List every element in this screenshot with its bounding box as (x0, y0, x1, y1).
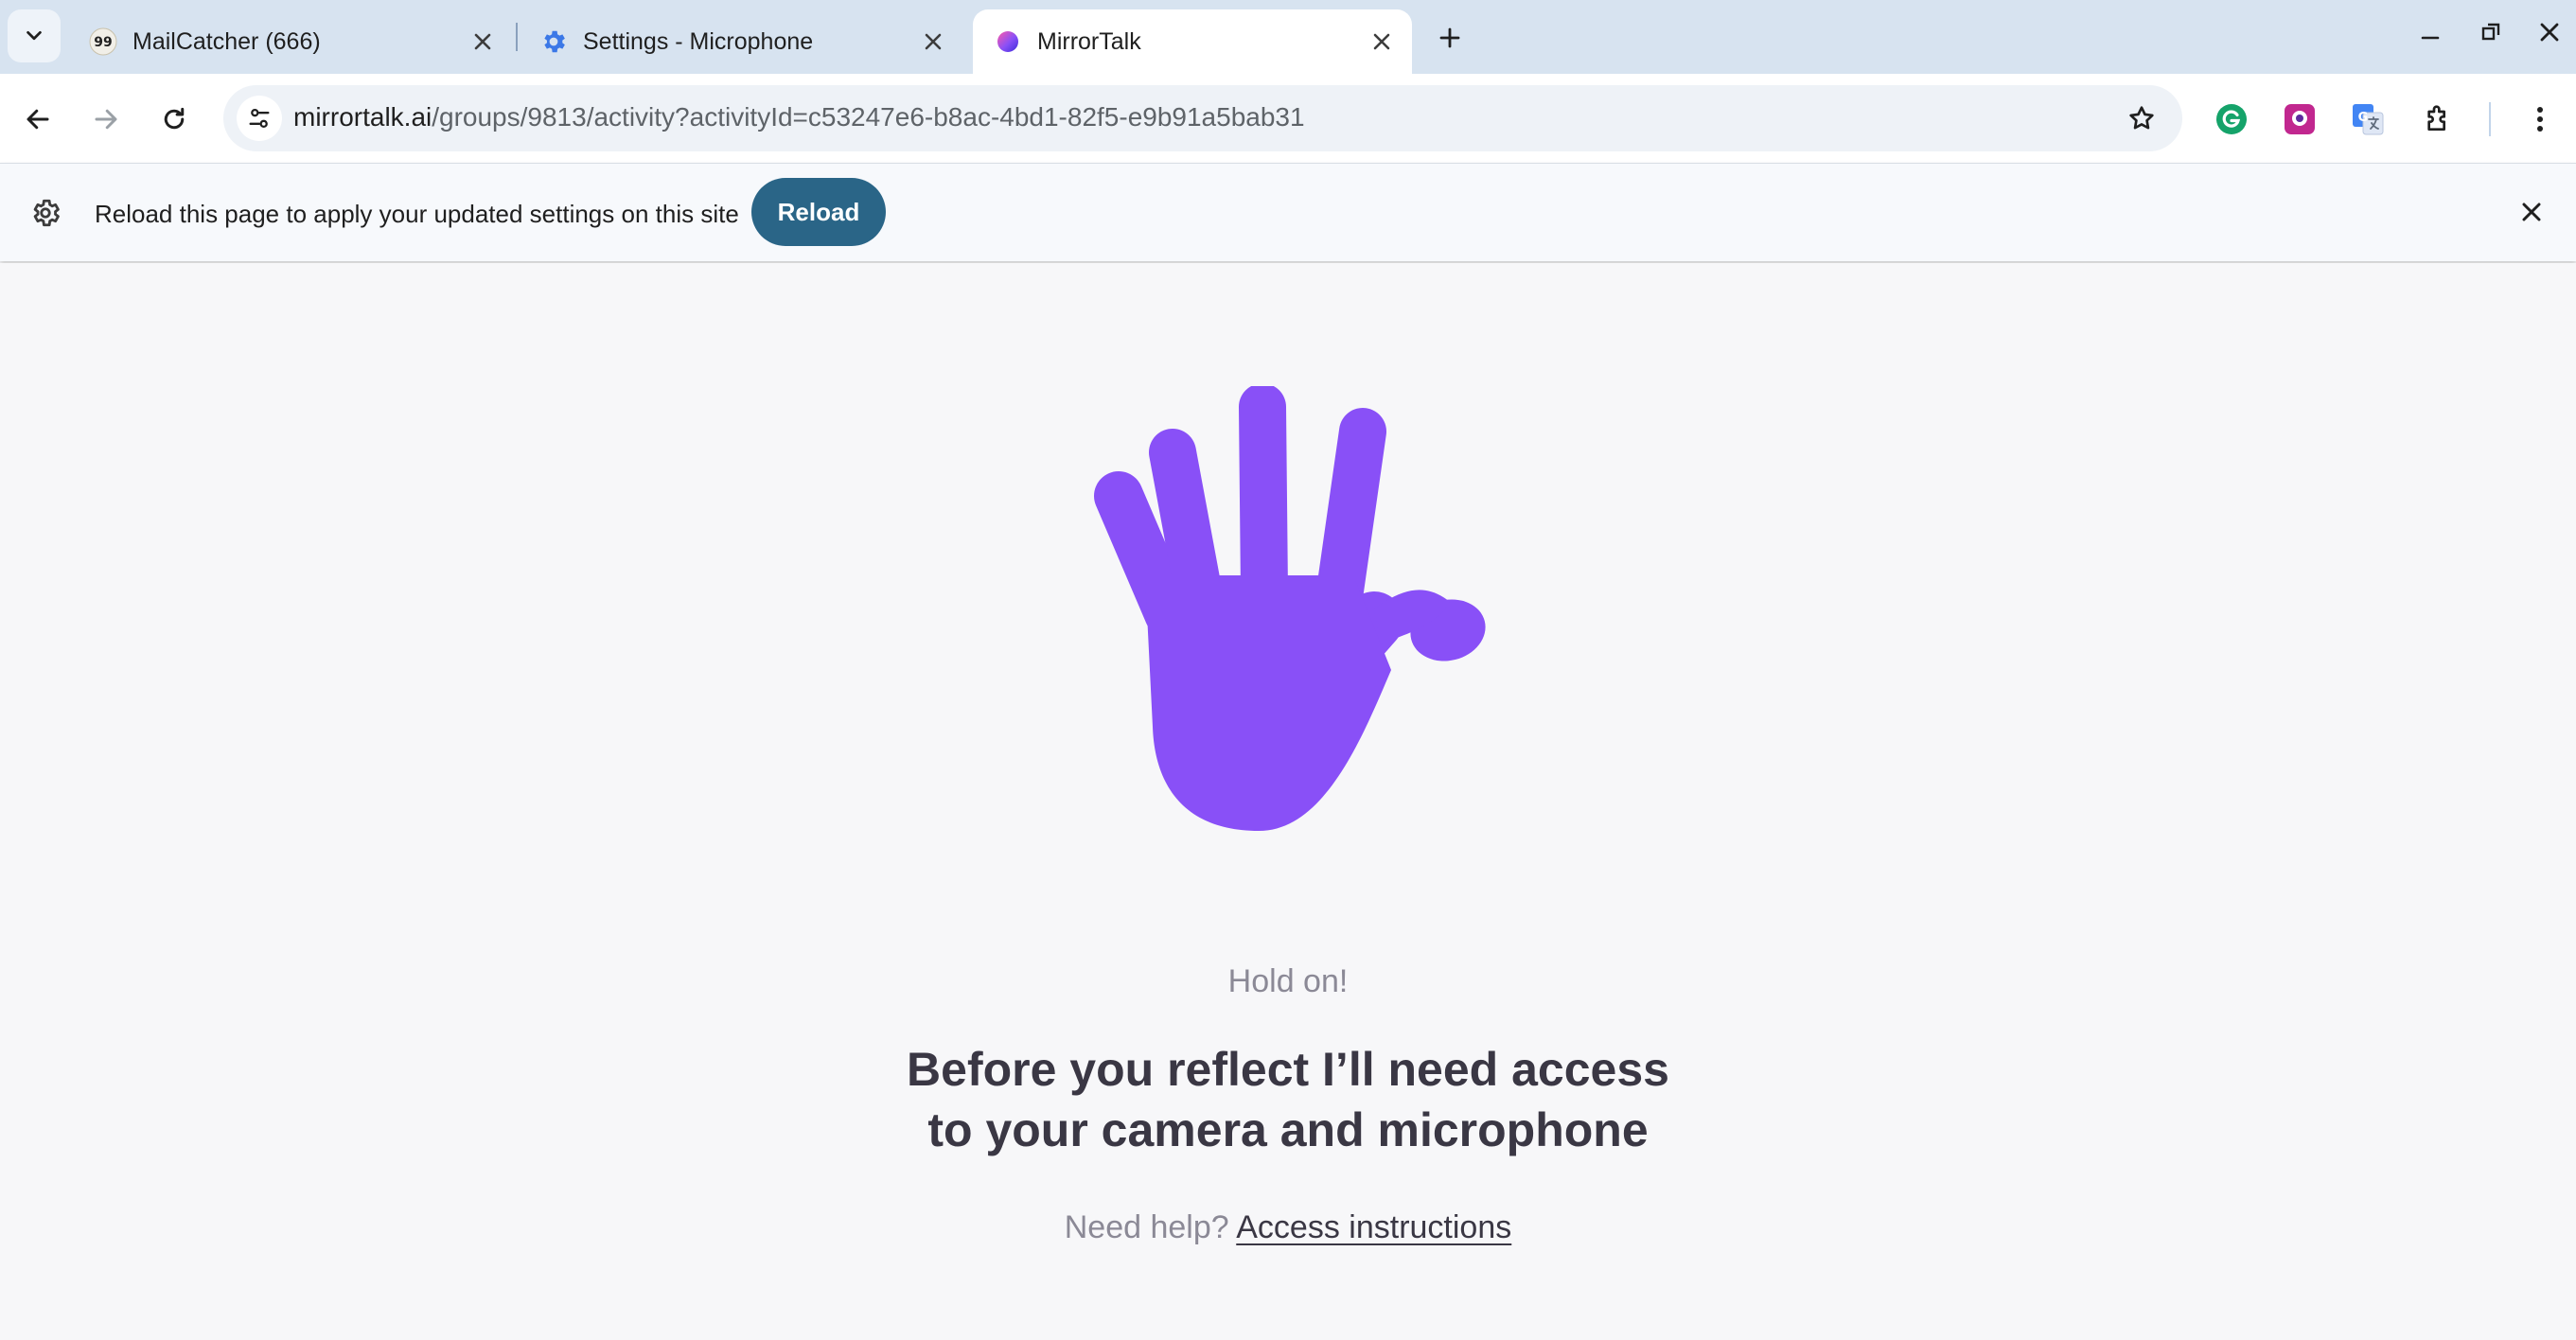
tune-icon (249, 108, 270, 129)
help-prefix: Need help? (1064, 1209, 1229, 1245)
extensions-button[interactable] (2413, 95, 2462, 144)
toolbar-separator (2489, 102, 2491, 136)
close-window-button[interactable] (2527, 13, 2572, 51)
browser-toolbar: mirrortalk.ai/groups/9813/activity?activ… (0, 74, 2576, 163)
permission-headline: Before you reflect I’ll need access to y… (0, 1039, 2576, 1160)
close-icon (2522, 203, 2541, 221)
screen-recorder-extension-button[interactable] (2275, 95, 2324, 144)
close-tab-button[interactable] (916, 25, 950, 59)
reload-button[interactable]: Reload (751, 178, 886, 246)
headline-line: Before you reflect I’ll need access (907, 1043, 1669, 1096)
puzzle-icon (2427, 105, 2445, 131)
close-icon (474, 33, 491, 50)
site-info-button[interactable] (237, 96, 282, 141)
hold-on-text: Hold on! (1227, 963, 1349, 999)
google-translate-extension-button[interactable]: G (2343, 95, 2392, 144)
tab-strip: 99 MailCatcher (666) Settings - Micropho… (0, 0, 2576, 74)
close-icon (1373, 33, 1390, 50)
mirrortalk-favicon (994, 27, 1022, 56)
reload-page-button[interactable] (150, 95, 199, 144)
reload-infobar: Reload this page to apply your updated s… (0, 163, 2576, 261)
restore-icon (2481, 23, 2500, 41)
chevron-down-icon (26, 30, 42, 41)
forward-button[interactable] (81, 95, 131, 144)
close-icon (925, 33, 942, 50)
gear-icon (539, 27, 568, 56)
raised-hand-icon (1094, 386, 1486, 831)
address-bar[interactable]: mirrortalk.ai/groups/9813/activity?activ… (223, 85, 2182, 151)
tab-title: MirrorTalk (1037, 27, 1141, 55)
tab-title: Settings - Microphone (583, 27, 814, 55)
svg-text:99: 99 (94, 35, 112, 50)
bookmark-button[interactable] (2122, 98, 2161, 138)
tab-settings-microphone[interactable]: Settings - Microphone (519, 9, 963, 74)
refresh-icon (164, 107, 185, 130)
close-tab-button[interactable] (466, 25, 500, 59)
minimize-icon (2421, 36, 2440, 40)
mailcatcher-favicon: 99 (89, 27, 117, 56)
tab-search-button[interactable] (8, 9, 61, 62)
help-line: Need help? Access instructions (0, 1209, 2576, 1246)
dismiss-infobar-button[interactable] (2512, 192, 2551, 232)
settings-gear-icon (26, 194, 64, 232)
access-instructions-link[interactable]: Access instructions (1236, 1209, 1511, 1245)
close-tab-button[interactable] (1365, 25, 1399, 59)
tab-separator (516, 23, 518, 51)
page-content: Hold on! Before you reflect I’ll need ac… (0, 263, 2576, 1340)
plus-icon (1439, 27, 1460, 48)
restore-button[interactable] (2468, 13, 2514, 51)
url-text[interactable]: mirrortalk.ai/groups/9813/activity?activ… (293, 102, 1305, 132)
browser-menu-button[interactable] (2515, 95, 2565, 144)
more-vert-icon (2537, 107, 2543, 132)
url-host: mirrortalk.ai (293, 102, 432, 132)
headline-line: to your camera and microphone (927, 1103, 1649, 1156)
infobar-message: Reload this page to apply your updated s… (95, 200, 739, 228)
grammarly-extension-button[interactable] (2207, 95, 2256, 144)
tab-title: MailCatcher (666) (132, 27, 321, 55)
tab-mailcatcher[interactable]: 99 MailCatcher (666) (68, 9, 513, 74)
star-icon (2129, 106, 2154, 130)
recorder-icon (2285, 104, 2315, 134)
close-icon (2540, 23, 2559, 42)
grammarly-icon (2216, 104, 2247, 134)
arrow-left-icon (26, 109, 49, 130)
arrow-right-icon (95, 109, 117, 130)
back-button[interactable] (13, 95, 62, 144)
new-tab-button[interactable] (1429, 17, 1471, 59)
translate-icon: G (2353, 104, 2384, 135)
url-path: /groups/9813/activity?activityId=c53247e… (432, 102, 1305, 132)
svg-text:G: G (2358, 111, 2369, 125)
minimize-button[interactable] (2408, 13, 2453, 51)
tab-mirrortalk[interactable]: MirrorTalk (973, 9, 1412, 74)
